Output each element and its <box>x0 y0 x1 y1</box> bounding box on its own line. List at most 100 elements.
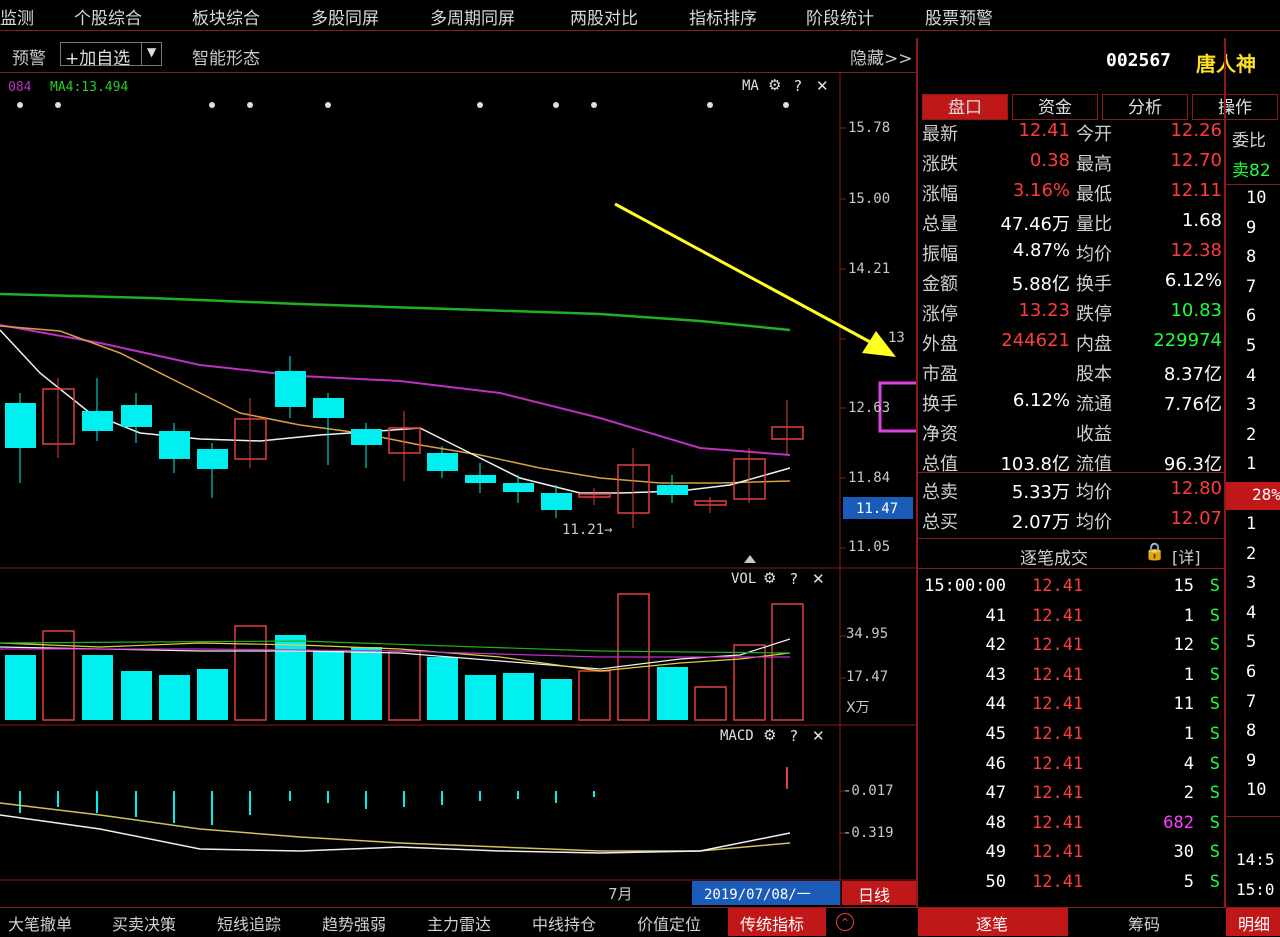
kline-chart-area[interactable]: 084 MA4:13.494 MA ⚙ ? ✕ 15.78 15.00 14.2… <box>0 73 916 907</box>
smart-pattern-button[interactable]: 智能形态 <box>192 44 260 69</box>
lock-icon[interactable]: 🔒 <box>1144 542 1165 562</box>
gear-icon[interactable]: ⚙ <box>763 569 776 587</box>
quote-value: 47.46万 <box>1000 214 1070 235</box>
sell-level-label: 7 <box>1246 276 1257 297</box>
quote-label: 流通 <box>1076 394 1112 415</box>
sell-level-label: 3 <box>1246 395 1257 416</box>
close-icon[interactable]: ✕ <box>816 77 829 95</box>
tick-side: S <box>1209 694 1220 715</box>
ticks-detail-button[interactable]: [详] <box>1172 544 1201 568</box>
hide-panel-button[interactable]: 隐藏>> <box>850 44 913 69</box>
tick-volume: 12 <box>1173 635 1194 656</box>
tab-analysis[interactable]: 分析 <box>1102 94 1188 120</box>
help-icon[interactable]: ? <box>794 77 802 95</box>
vol-label[interactable]: VOL <box>731 571 756 587</box>
tick-price: 12.41 <box>1032 812 1084 833</box>
ma-label[interactable]: MA <box>742 78 759 94</box>
tick-volume: 682 <box>1163 812 1194 833</box>
add-watchlist-button[interactable]: +加自选 ▼ <box>60 42 162 69</box>
tick-row[interactable]: 48 12.41 682 S <box>922 813 1222 842</box>
quote-panel: 002567 唐人神 盘口 资金 分析 操作 最新 12.41 今开 12.26 涨跌 0… <box>916 38 1280 907</box>
tick-price: 12.41 <box>1032 753 1084 774</box>
tick-row[interactable]: 45 12.41 1 S <box>922 724 1222 753</box>
price-label: 12.63 <box>848 400 891 416</box>
price-label: 15.00 <box>848 191 891 207</box>
quote-label: 涨停 <box>922 304 958 325</box>
close-icon[interactable]: ✕ <box>812 727 825 745</box>
tab-detail[interactable]: 明细 <box>1238 911 1270 935</box>
tick-row[interactable]: 41 12.41 1 S <box>922 606 1222 635</box>
tab-value-position[interactable]: 价值定位 <box>637 911 701 935</box>
tick-side: S <box>1209 724 1220 744</box>
tab-trade-decision[interactable]: 买卖决策 <box>112 911 176 935</box>
buy-level-label: 5 <box>1246 632 1257 653</box>
tab-traditional-indicators[interactable]: 传统指标 <box>740 911 804 935</box>
tick-price: 12.41 <box>1032 576 1084 596</box>
tick-row[interactable]: 46 12.41 4 S <box>922 754 1222 783</box>
tab-chips[interactable]: 筹码 <box>1128 911 1160 935</box>
tick-row[interactable]: 43 12.41 1 S <box>922 665 1222 694</box>
order-time: 14:5 <box>1236 850 1275 869</box>
menu-item-multi-stock[interactable]: 多股同屏 <box>311 4 379 29</box>
tab-funds[interactable]: 资金 <box>1012 94 1098 120</box>
quote-value: 13.23 <box>1018 300 1070 321</box>
alert-button[interactable]: 预警 <box>12 44 46 69</box>
tab-trend-strength[interactable]: 趋势强弱 <box>322 911 386 935</box>
tick-row[interactable]: 50 12.41 5 S <box>922 872 1222 901</box>
tab-short-track[interactable]: 短线追踪 <box>217 911 281 935</box>
tick-volume: 30 <box>1173 842 1194 863</box>
quote-row: 市盈 股本 8.37亿 <box>922 360 1222 389</box>
tick-row[interactable]: 44 12.41 11 S <box>922 694 1222 723</box>
help-icon[interactable]: ? <box>790 570 798 588</box>
tab-pankou[interactable]: 盘口 <box>922 94 1008 120</box>
quote-row: 总卖 5.33万 均价 12.80 <box>922 478 1222 507</box>
price-label-partial: 13.42 <box>888 330 908 346</box>
chevron-up-icon[interactable]: ⌃ <box>836 913 854 931</box>
quote-label: 今开 <box>1076 124 1112 145</box>
menu-item-multi-period[interactable]: 多周期同屏 <box>430 4 515 29</box>
stock-code: 002567 <box>1106 50 1172 71</box>
sell-ratio-label: 卖82 <box>1232 161 1271 181</box>
tick-time: 45 <box>985 724 1006 744</box>
gear-icon[interactable]: ⚙ <box>768 76 781 94</box>
kline-chart-svg[interactable] <box>0 73 916 907</box>
sell-level-label: 1 <box>1246 454 1257 475</box>
help-icon[interactable]: ? <box>790 727 798 745</box>
quote-row: 总值 103.8亿 流值 96.3亿 <box>922 450 1222 479</box>
tick-time: 41 <box>985 605 1006 626</box>
menu-item-stage-stats[interactable]: 阶段统计 <box>806 4 874 29</box>
tab-main-radar[interactable]: 主力雷达 <box>427 911 491 935</box>
macd-label[interactable]: MACD <box>720 728 754 744</box>
menu-item-stock-alert[interactable]: 股票预警 <box>925 4 993 29</box>
menu-item-stock-overview[interactable]: 个股综合 <box>74 4 142 29</box>
menu-item-monitor[interactable]: 监测 <box>0 4 34 29</box>
order-time: 15:0 <box>1236 880 1275 899</box>
tab-ticks[interactable]: 逐笔 <box>976 911 1008 935</box>
close-icon[interactable]: ✕ <box>812 570 825 588</box>
tick-row[interactable]: 47 12.41 2 S <box>922 783 1222 812</box>
tick-side: S <box>1209 576 1220 596</box>
menu-item-compare[interactable]: 两股对比 <box>570 4 638 29</box>
quote-value: 5.88亿 <box>1011 274 1070 295</box>
sell-level-label: 10 <box>1246 188 1267 208</box>
tab-mid-hold[interactable]: 中线持仓 <box>532 911 596 935</box>
gear-icon[interactable]: ⚙ <box>763 726 776 744</box>
add-watchlist-label: +加自选 <box>65 49 131 69</box>
tick-row[interactable]: 42 12.41 12 S <box>922 635 1222 664</box>
chevron-down-icon[interactable]: ▼ <box>147 45 156 59</box>
quote-row: 涨幅 3.16% 最低 12.11 <box>922 180 1222 209</box>
quote-value: 12.80 <box>1170 478 1222 499</box>
menu-item-sector-overview[interactable]: 板块综合 <box>192 4 260 29</box>
menu-item-indicator-sort[interactable]: 指标排序 <box>689 4 757 29</box>
tick-row[interactable]: 15:00:00 12.41 15 S <box>922 576 1222 605</box>
sell-level-label: 2 <box>1246 424 1257 445</box>
quote-row: 净资 收益 <box>922 420 1222 449</box>
tick-volume: 2 <box>1183 783 1194 804</box>
quote-label: 总卖 <box>922 482 958 503</box>
tab-big-cancel[interactable]: 大笔撤单 <box>8 911 72 935</box>
tab-operate[interactable]: 操作 <box>1192 94 1278 120</box>
period-label[interactable]: 日线 <box>858 882 890 906</box>
tick-price: 12.41 <box>1032 694 1084 715</box>
quote-row: 换手 6.12% 流通 7.76亿 <box>922 390 1222 419</box>
tick-row[interactable]: 49 12.41 30 S <box>922 842 1222 871</box>
